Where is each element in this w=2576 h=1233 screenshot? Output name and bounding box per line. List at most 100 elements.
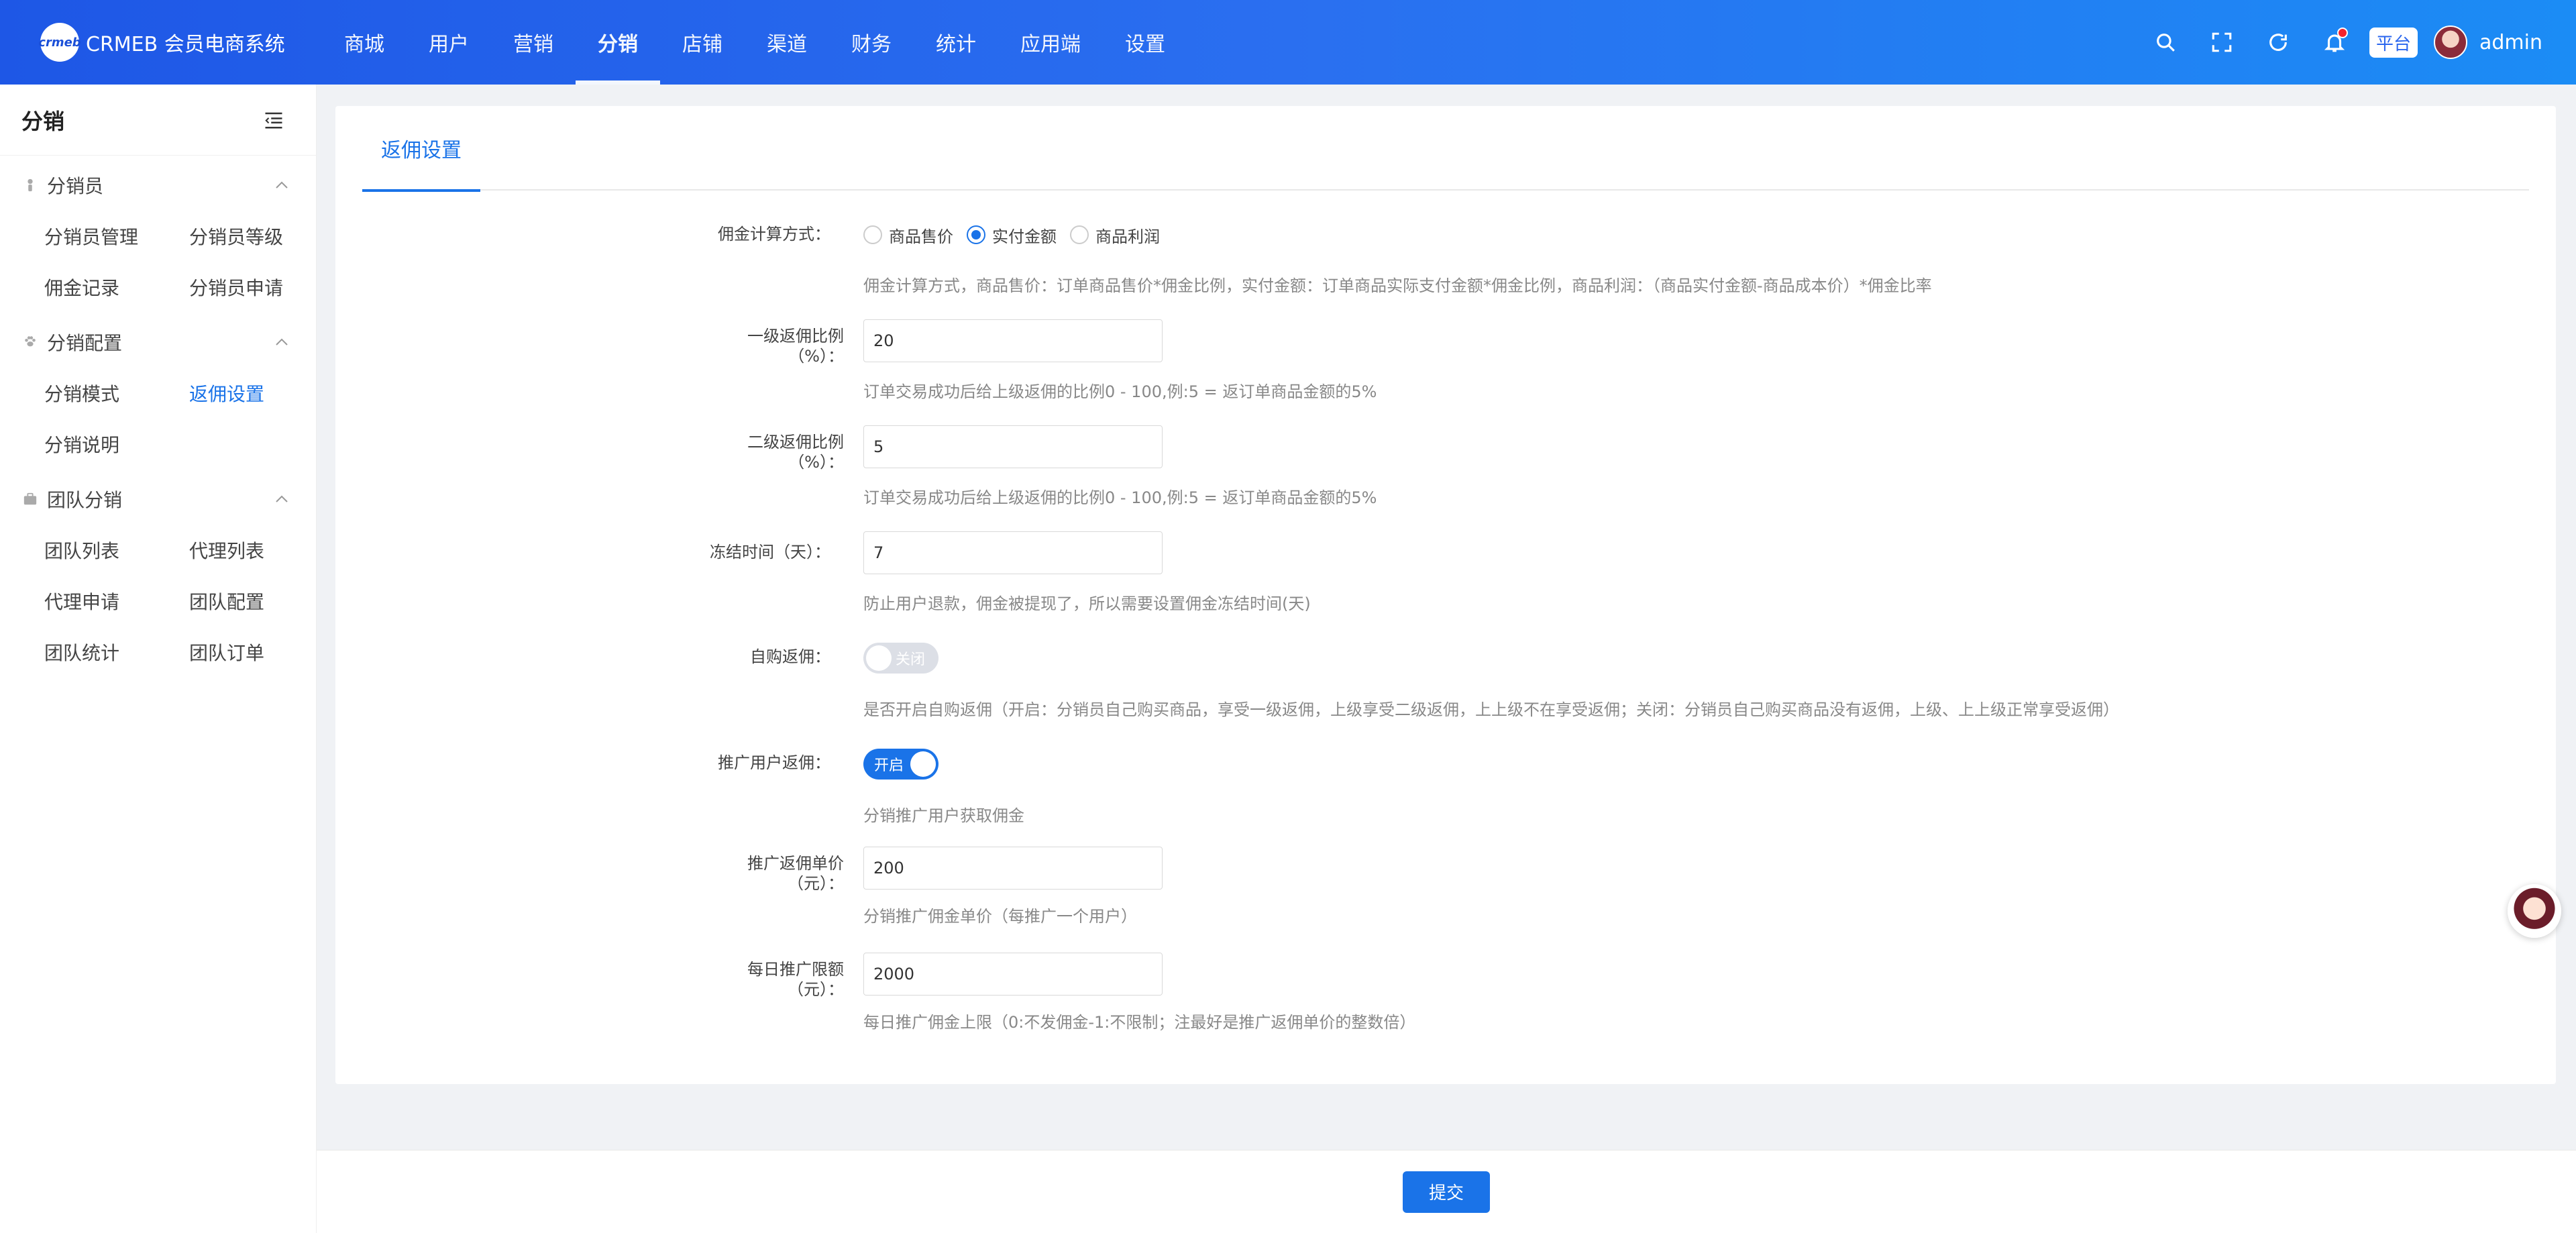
promo-help: 分销推广用户获取佣金 <box>863 806 1024 825</box>
sidebar-group-label: 团队分销 <box>47 489 123 511</box>
sidebar-item-commission-record[interactable]: 佣金记录 <box>44 262 189 313</box>
notification-bell-icon[interactable] <box>2306 14 2363 70</box>
notification-badge <box>2337 28 2348 38</box>
daily-limit-help: 每日推广佣金上限（0:不发佣金-1:不限制；注最好是推广返佣单价的整数倍） <box>863 1013 1416 1032</box>
radio-label: 实付金额 <box>992 227 1057 246</box>
topnav-item-statistics[interactable]: 统计 <box>914 0 998 85</box>
sidebar-item-team-statistics[interactable]: 团队统计 <box>44 627 189 678</box>
form-row-self-buy: 自购返佣： 关闭 是否开启自购返佣（开启：分销员自己购买商品，享受一级返佣，上级… <box>335 643 2482 719</box>
username[interactable]: admin <box>2479 31 2542 54</box>
unit-price-label: 推广返佣单价（元）： <box>747 854 844 893</box>
logo[interactable]: crmeb CRMEB 会员电商系统 <box>38 23 322 62</box>
radio-product-price[interactable]: 商品售价 <box>863 223 953 247</box>
calc-method-label: 佣金计算方式： <box>718 225 830 244</box>
submit-button[interactable]: 提交 <box>1403 1171 1490 1213</box>
chevron-up-icon <box>276 338 288 345</box>
daily-limit-label: 每日推广限额（元）： <box>747 960 844 999</box>
sidebar-item-distributor-apply[interactable]: 分销员申请 <box>189 262 334 313</box>
level2-help: 订单交易成功后给上级返佣的比例0 - 100,例:5 = 返订单商品金额的5% <box>863 488 1377 507</box>
search-icon[interactable] <box>2137 14 2194 70</box>
radio-circle <box>1070 225 1089 244</box>
tab-commission-settings[interactable]: 返佣设置 <box>362 106 480 192</box>
fullscreen-icon[interactable] <box>2194 14 2250 70</box>
sidebar-group-items: 分销模式 返佣设置 分销说明 <box>0 368 316 470</box>
radio-label: 商品利润 <box>1095 227 1160 246</box>
sidebar-item-distributor-level[interactable]: 分销员等级 <box>189 211 334 262</box>
sidebar-item-team-list[interactable]: 团队列表 <box>44 525 189 576</box>
sidebar-item-distributor-manage[interactable]: 分销员管理 <box>44 211 189 262</box>
sidebar-group-label: 分销配置 <box>47 332 123 354</box>
tab-bar: 返佣设置 <box>362 106 2529 192</box>
freeze-help: 防止用户退款，佣金被提现了，所以需要设置佣金冻结时间(天) <box>863 594 1311 613</box>
topnav-item-user[interactable]: 用户 <box>407 0 491 85</box>
radio-label: 商品售价 <box>889 227 953 246</box>
level2-label: 二级返佣比例（%）： <box>747 433 844 472</box>
freeze-label: 冻结时间（天）： <box>710 543 830 561</box>
level1-help: 订单交易成功后给上级返佣的比例0 - 100,例:5 = 返订单商品金额的5% <box>863 382 1377 401</box>
daily-limit-input[interactable] <box>863 953 1163 996</box>
logo-mark: crmeb <box>38 23 81 62</box>
unit-price-help: 分销推广佣金单价（每推广一个用户） <box>863 907 1137 926</box>
sidebar-item-distribution-description[interactable]: 分销说明 <box>44 419 189 470</box>
chevron-up-icon <box>276 495 288 502</box>
platform-tag[interactable]: 平台 <box>2369 27 2418 58</box>
top-header: crmeb CRMEB 会员电商系统 商城 用户 营销 分销 店铺 渠道 财务 … <box>0 0 2576 85</box>
radio-circle <box>967 225 985 244</box>
topnav-item-finance[interactable]: 财务 <box>829 0 914 85</box>
refresh-icon[interactable] <box>2250 14 2306 70</box>
collapse-menu-icon[interactable] <box>264 111 284 129</box>
level1-label: 一级返佣比例（%）： <box>747 327 844 366</box>
self-buy-help: 是否开启自购返佣（开启：分销员自己购买商品，享受一级返佣，上级享受二级返佣，上上… <box>863 700 2119 719</box>
level2-rate-input[interactable] <box>863 425 1163 468</box>
person-icon <box>28 178 33 192</box>
sidebar-item-team-orders[interactable]: 团队订单 <box>189 627 334 678</box>
sidebar: 分销 分销员 分销员管理 分销员等级 佣金记录 分销员申请 分销配置 分销模式 … <box>0 85 317 1233</box>
unit-price-input[interactable] <box>863 847 1163 890</box>
topnav-item-marketing[interactable]: 营销 <box>491 0 576 85</box>
topnav-item-settings[interactable]: 设置 <box>1103 0 1187 85</box>
switch-knob <box>866 645 892 671</box>
briefcase-icon <box>23 492 37 505</box>
self-buy-switch[interactable]: 关闭 <box>863 643 938 674</box>
chevron-up-icon <box>276 181 288 189</box>
sidebar-group-config[interactable]: 分销配置 <box>0 317 316 368</box>
topnav-item-mall[interactable]: 商城 <box>322 0 407 85</box>
top-nav: 商城 用户 营销 分销 店铺 渠道 财务 统计 应用端 设置 <box>322 0 1187 85</box>
promo-switch[interactable]: 开启 <box>863 749 938 780</box>
radio-circle <box>863 225 882 244</box>
logo-text: CRMEB 会员电商系统 <box>86 33 285 56</box>
header-toolbar: 平台 admin <box>2137 0 2542 85</box>
sidebar-header: 分销 <box>0 85 316 156</box>
switch-text: 开启 <box>874 757 904 774</box>
sidebar-item-distribution-mode[interactable]: 分销模式 <box>44 368 189 419</box>
level1-rate-input[interactable] <box>863 319 1163 362</box>
freeze-days-input[interactable] <box>863 531 1163 574</box>
sidebar-group-items: 团队列表 代理列表 代理申请 团队配置 团队统计 团队订单 <box>0 525 316 678</box>
sidebar-item-team-config[interactable]: 团队配置 <box>189 576 334 627</box>
paw-icon <box>25 336 36 347</box>
sidebar-group-distributor[interactable]: 分销员 <box>0 160 316 211</box>
self-buy-label: 自购返佣： <box>750 647 830 666</box>
calc-method-radio-group: 商品售价 实付金额 商品利润 <box>863 220 1173 250</box>
promo-label: 推广用户返佣： <box>718 753 830 772</box>
topnav-item-apps[interactable]: 应用端 <box>998 0 1103 85</box>
sidebar-item-commission-settings[interactable]: 返佣设置 <box>189 368 334 419</box>
topnav-item-distribution[interactable]: 分销 <box>576 0 660 85</box>
sidebar-group-team[interactable]: 团队分销 <box>0 474 316 525</box>
form-row-promo: 推广用户返佣： 开启 分销推广用户获取佣金 <box>335 749 2482 825</box>
sidebar-item-agent-apply[interactable]: 代理申请 <box>44 576 189 627</box>
radio-product-profit[interactable]: 商品利润 <box>1070 223 1160 247</box>
user-avatar[interactable] <box>2434 25 2467 59</box>
calc-method-help: 佣金计算方式，商品售价：订单商品售价*佣金比例，实付金额：订单商品实际支付金额*… <box>863 276 1932 295</box>
sidebar-title: 分销 <box>21 108 65 134</box>
radio-actual-paid[interactable]: 实付金额 <box>967 223 1057 247</box>
topnav-item-store[interactable]: 店铺 <box>660 0 745 85</box>
settings-card: 返佣设置 佣金计算方式： 商品售价 实付金额 商品利润 佣金计算方式，商品售价：… <box>335 106 2556 1084</box>
topnav-item-channel[interactable]: 渠道 <box>745 0 829 85</box>
customer-service-avatar[interactable] <box>2508 884 2561 938</box>
form-footer: 提交 <box>317 1150 2576 1233</box>
switch-knob <box>910 751 936 777</box>
sidebar-group-label: 分销员 <box>47 175 104 197</box>
sidebar-item-agent-list[interactable]: 代理列表 <box>189 525 334 576</box>
sidebar-group-items: 分销员管理 分销员等级 佣金记录 分销员申请 <box>0 211 316 313</box>
